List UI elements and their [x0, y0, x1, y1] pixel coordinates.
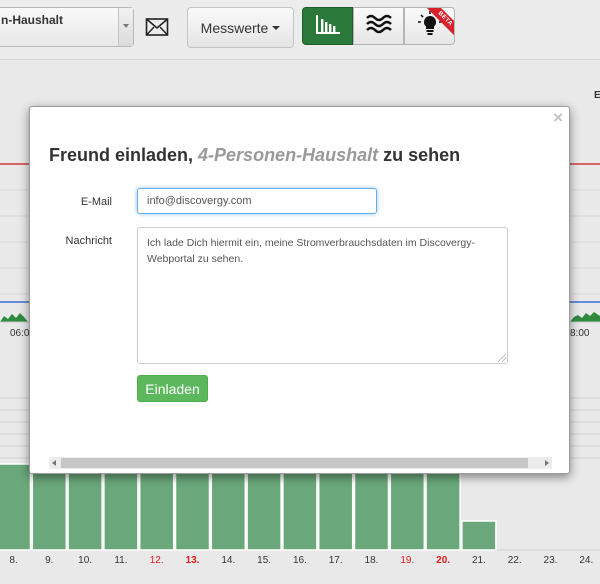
measurements-dropdown-button[interactable]: Messwerte: [187, 7, 294, 48]
view-lightbulb-button[interactable]: BETA: [404, 7, 455, 45]
waves-icon: [365, 13, 393, 40]
daily-bar: [317, 463, 354, 551]
daily-bar: [31, 463, 68, 551]
invite-friend-dialog: × Freund einladen, 4-Personen-Haushalt z…: [29, 106, 570, 474]
daily-bar: [210, 463, 247, 551]
day-tick-label: 9.: [45, 555, 53, 566]
daily-bar: [282, 463, 318, 551]
horizontal-scrollbar[interactable]: [49, 457, 552, 469]
scroll-right-icon[interactable]: [545, 460, 549, 466]
day-tick-label: 22.: [508, 555, 522, 566]
time-axis-label: 8:00: [570, 328, 590, 339]
view-bar-chart-button[interactable]: [302, 7, 353, 45]
daily-bar: [103, 463, 139, 551]
consumption-area-left: [0, 313, 28, 322]
consumption-area-right: [570, 312, 600, 322]
email-label: E-Mail: [80, 196, 112, 208]
close-icon[interactable]: ×: [553, 109, 563, 127]
day-tick-label: 21.: [472, 555, 486, 566]
day-tick-label: 14.: [221, 555, 235, 566]
day-tick-label: 16.: [293, 555, 307, 566]
toolbar: n-Haushalt Messwerte BETA: [0, 0, 600, 60]
message-textarea[interactable]: Ich lade Dich hiermit ein, meine Stromve…: [137, 227, 508, 364]
dialog-title-suffix: zu sehen: [378, 145, 461, 165]
daily-bar: [0, 463, 32, 551]
household-select-value: n-Haushalt: [1, 13, 64, 27]
email-field[interactable]: [137, 188, 377, 214]
daily-bar: [389, 463, 426, 551]
message-label: Nachricht: [65, 235, 112, 247]
day-tick-label: 18.: [365, 555, 379, 566]
resize-handle-icon[interactable]: [498, 354, 506, 362]
day-tick-label: 20.: [436, 555, 450, 566]
day-tick-label: 19.: [400, 555, 414, 566]
dialog-title-prefix: Freund einladen,: [49, 145, 199, 165]
household-select[interactable]: n-Haushalt: [0, 7, 134, 47]
day-tick-label: 23.: [544, 555, 558, 566]
day-tick-label: 17.: [329, 555, 343, 566]
view-toggle-group: BETA: [302, 7, 455, 45]
chevron-down-icon[interactable]: [118, 8, 133, 46]
daily-bar: [353, 463, 390, 551]
view-waves-button[interactable]: [353, 7, 404, 45]
caret-down-icon: [272, 25, 281, 30]
dialog-title: Freund einladen, 4-Personen-Haushalt zu …: [49, 145, 460, 166]
scroll-left-icon[interactable]: [52, 460, 56, 466]
envelope-icon[interactable]: [145, 17, 169, 37]
day-tick-label: 10.: [78, 555, 92, 566]
daily-bar: [174, 463, 211, 551]
day-tick-label: 15.: [257, 555, 271, 566]
day-tick-label: 24.: [579, 555, 593, 566]
dialog-title-household: 4-Personen-Haushalt: [198, 145, 379, 165]
daily-bar: [425, 463, 461, 551]
invite-button[interactable]: Einladen: [137, 375, 208, 402]
scrollbar-thumb[interactable]: [61, 458, 528, 468]
bar-chart-icon: [315, 13, 341, 40]
daily-bar: [138, 463, 175, 551]
time-axis-label: 06:0: [10, 328, 30, 339]
daily-bar: [67, 463, 103, 551]
measurements-dropdown-label: Messwerte: [200, 19, 269, 36]
day-tick-label: 12.: [150, 555, 164, 566]
day-tick-label: 13.: [186, 555, 200, 566]
day-tick-label: 11.: [114, 555, 127, 566]
message-text: Ich lade Dich hiermit ein, meine Stromve…: [147, 237, 475, 265]
daily-bar: [461, 520, 497, 551]
day-tick-label: 8.: [9, 555, 17, 566]
daily-bar: [246, 463, 282, 551]
